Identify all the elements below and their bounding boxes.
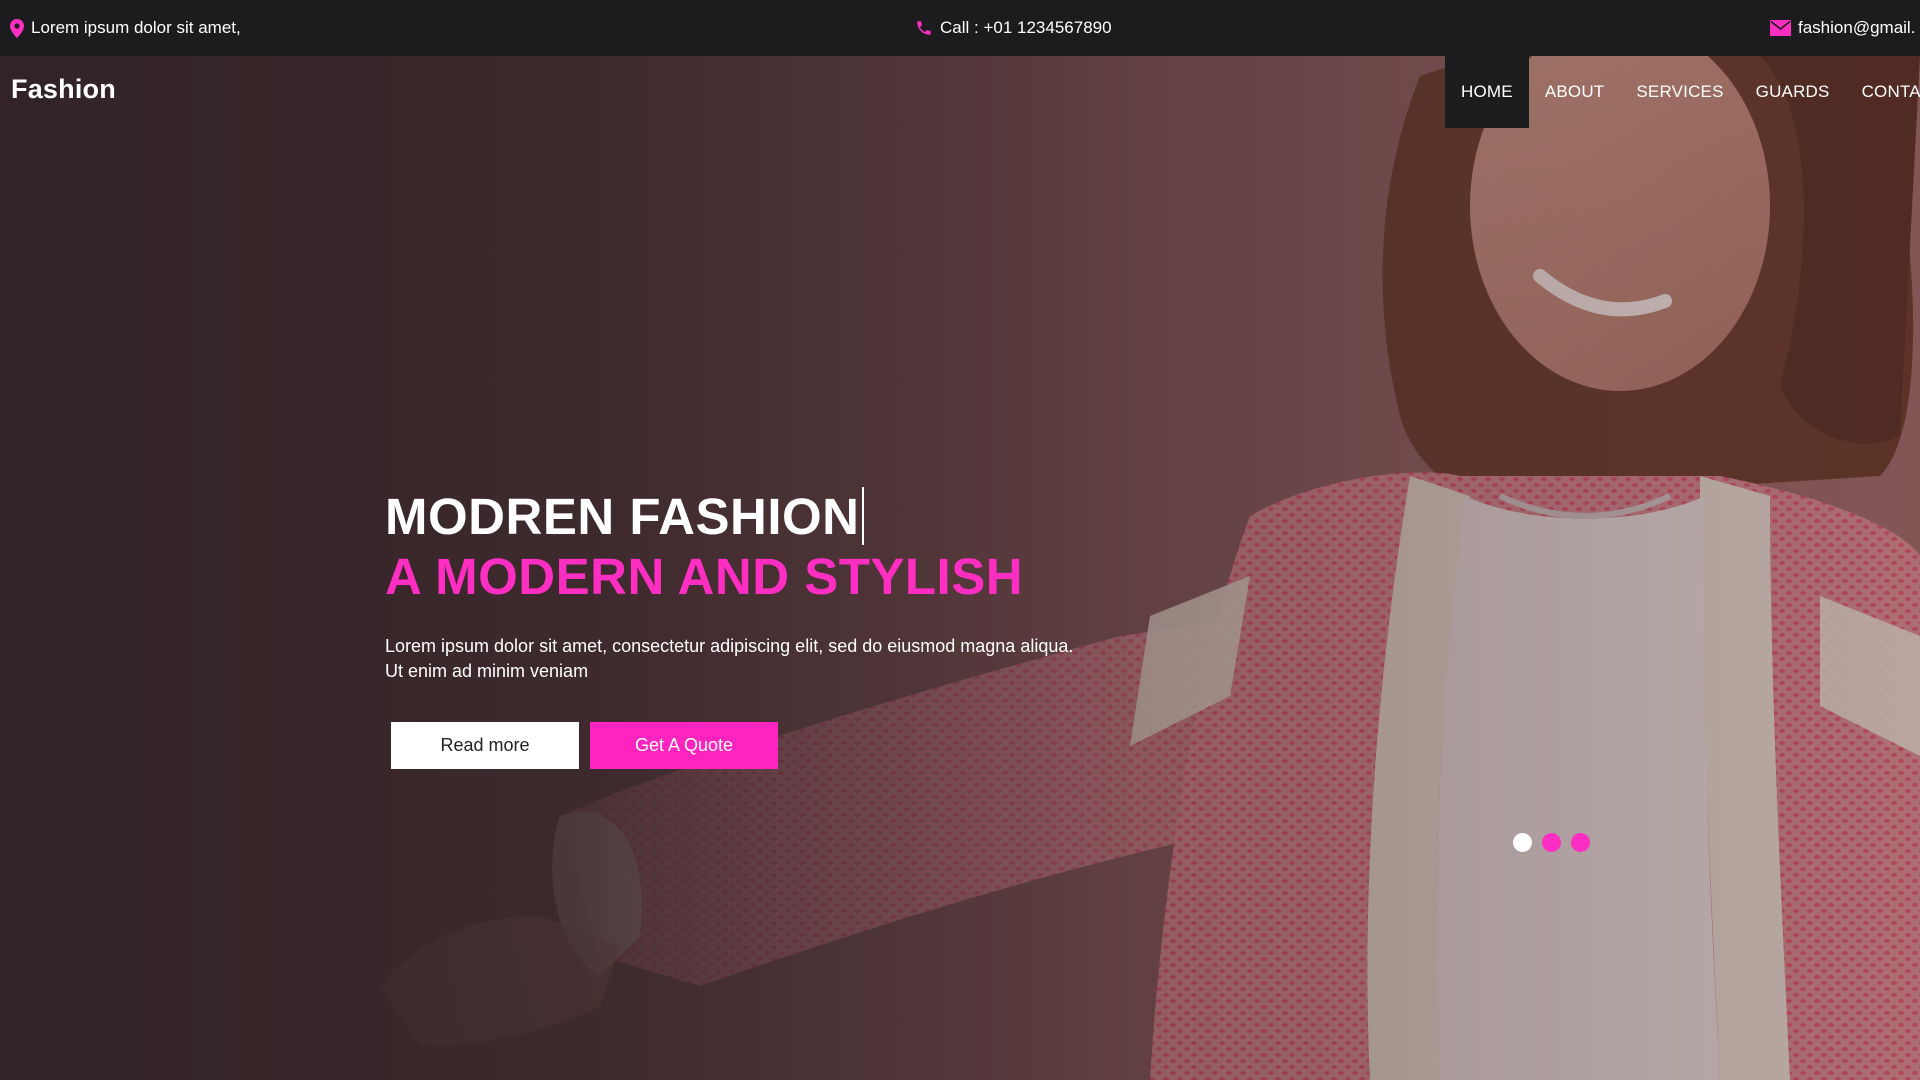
topbar-location-text: Lorem ipsum dolor sit amet, [31,18,241,37]
read-more-button[interactable]: Read more [391,722,579,769]
brand-logo[interactable]: Fashion [11,74,116,105]
map-pin-icon [10,18,24,38]
carousel-dot-2[interactable] [1542,833,1561,852]
topbar-email[interactable]: fashion@gmail. [1770,0,1915,56]
envelope-icon [1770,20,1791,36]
carousel-dot-3[interactable] [1571,833,1590,852]
main-nav: HOME ABOUT SERVICES GUARDS CONTACT [1445,56,1920,128]
topbar-email-text: fashion@gmail. [1798,18,1916,37]
text-cursor [861,487,864,545]
get-a-quote-button[interactable]: Get A Quote [590,722,778,769]
topbar-phone[interactable]: Call : +01 1234567890 [915,0,1112,56]
topbar-phone-text: Call : +01 1234567890 [940,18,1112,37]
hero-subtitle: A MODERN AND STYLISH [385,548,1024,605]
nav-item-services[interactable]: SERVICES [1620,56,1739,128]
carousel-indicators [1513,833,1590,852]
nav-item-guards[interactable]: GUARDS [1740,56,1846,128]
hero-title: MODREN FASHION [385,487,864,547]
carousel-dot-1[interactable] [1513,833,1532,852]
hero-banner: Fashion HOME ABOUT SERVICES GUARDS CONTA… [0,56,1920,1080]
nav-item-contact[interactable]: CONTACT [1846,56,1920,128]
topbar-location: Lorem ipsum dolor sit amet, [10,0,241,56]
top-contact-bar: Lorem ipsum dolor sit amet, Call : +01 1… [0,0,1920,56]
nav-item-about[interactable]: ABOUT [1529,56,1621,128]
hero-title-text: MODREN FASHION [385,488,860,545]
nav-item-home[interactable]: HOME [1445,56,1529,128]
phone-icon [915,19,933,37]
hero-description: Lorem ipsum dolor sit amet, consectetur … [385,636,1074,681]
